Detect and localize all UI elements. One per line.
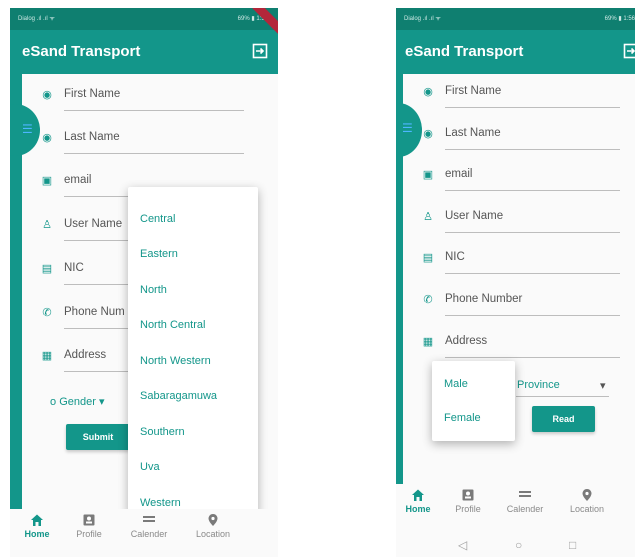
location-icon xyxy=(208,514,218,526)
calendar-icon xyxy=(143,516,155,522)
submit-button[interactable]: Submit xyxy=(66,424,130,450)
location-icon xyxy=(582,489,592,501)
province-selector[interactable]: Province xyxy=(517,379,560,391)
bottom-navigation: Home Profile Calender Location xyxy=(10,509,278,549)
gender-selector[interactable]: o Gender ▾ xyxy=(50,395,104,408)
status-bar: Dialog .ıl .ıl ᯤ 69% ▮ 1:56 xyxy=(396,8,635,30)
home-icon xyxy=(412,489,424,501)
id-card-icon: ▤ xyxy=(41,263,53,275)
nav-home[interactable]: Home xyxy=(12,513,62,539)
back-icon[interactable]: ◁ xyxy=(458,538,467,552)
phone-icon: ✆ xyxy=(42,307,52,319)
home-icon xyxy=(31,514,43,526)
province-option[interactable]: Western xyxy=(140,497,181,509)
nav-profile[interactable]: Profile xyxy=(64,513,114,539)
nav-home[interactable]: Home xyxy=(396,488,443,514)
province-option[interactable]: North Western xyxy=(140,355,211,367)
person-icon: ♙ xyxy=(423,211,433,223)
nav-location[interactable]: Location xyxy=(188,513,238,539)
recents-icon[interactable]: □ xyxy=(569,538,576,552)
province-underline xyxy=(516,396,609,397)
province-option[interactable]: Uva xyxy=(140,461,160,473)
app-title: eSand Transport xyxy=(405,43,524,60)
province-option[interactable]: Central xyxy=(140,213,175,225)
person-circle-icon: ◉ xyxy=(423,128,433,140)
contact-icon: ▣ xyxy=(422,169,434,181)
nav-calendar[interactable]: Calender xyxy=(500,488,550,514)
profile-icon xyxy=(83,514,95,526)
status-left: Dialog .ıl .ıl ᯤ xyxy=(404,16,441,22)
nav-profile[interactable]: Profile xyxy=(443,488,493,514)
gender-option-female[interactable]: Female xyxy=(444,412,481,424)
province-option[interactable]: North Central xyxy=(140,319,205,331)
person-circle-icon: ◉ xyxy=(42,132,52,144)
id-card-icon: ▤ xyxy=(422,252,434,264)
province-option[interactable]: Sabaragamuwa xyxy=(140,390,217,402)
app-bar: eSand Transport xyxy=(396,30,635,74)
phone-icon: ✆ xyxy=(423,294,433,306)
phone-screen-right: Dialog .ıl .ıl ᯤ 69% ▮ 1:56 eSand Transp… xyxy=(396,8,635,557)
gender-option-male[interactable]: Male xyxy=(444,378,468,390)
address-icon: ▦ xyxy=(422,336,434,348)
logout-icon[interactable] xyxy=(252,43,268,59)
person-icon: ♙ xyxy=(42,219,52,231)
menu-icon[interactable]: ☰ xyxy=(402,121,413,135)
app-bar: eSand Transport xyxy=(10,30,278,74)
read-button[interactable]: Read xyxy=(532,406,595,432)
app-title: eSand Transport xyxy=(22,43,141,60)
province-dropdown[interactable]: Central Eastern North North Central Nort… xyxy=(128,187,258,516)
status-right: 69% ▮ 1:56 xyxy=(604,16,635,22)
province-option[interactable]: Southern xyxy=(140,426,185,438)
address-icon: ▦ xyxy=(41,350,53,362)
bottom-navigation: Home Profile Calender Location xyxy=(396,484,635,524)
contact-icon: ▣ xyxy=(41,175,53,187)
calendar-icon xyxy=(519,491,531,497)
logout-icon[interactable] xyxy=(623,43,635,59)
status-bar: Dialog .ıl .ıl ᯤ 69% ▮ 1:56 xyxy=(10,8,278,30)
status-left: Dialog .ıl .ıl ᯤ xyxy=(18,16,55,22)
system-nav-bar: ◁ ○ □ xyxy=(396,530,635,557)
gender-dropdown[interactable]: Male Female xyxy=(432,361,515,441)
nav-location[interactable]: Location xyxy=(562,488,612,514)
home-circle-icon[interactable]: ○ xyxy=(515,538,522,552)
menu-icon[interactable]: ☰ xyxy=(22,122,33,136)
phone-screen-left: Dialog .ıl .ıl ᯤ 69% ▮ 1:56 eSand Transp… xyxy=(10,8,278,557)
profile-icon xyxy=(462,489,474,501)
province-option[interactable]: North xyxy=(140,284,167,296)
dropdown-arrow-icon: ▾ xyxy=(95,396,105,408)
person-circle-icon: ◉ xyxy=(42,89,52,101)
person-circle-icon: ◉ xyxy=(423,86,433,98)
nav-calendar[interactable]: Calender xyxy=(124,513,174,539)
dropdown-arrow-icon[interactable]: ▾ xyxy=(600,379,606,392)
radio-icon: o xyxy=(50,396,60,408)
province-option[interactable]: Eastern xyxy=(140,248,178,260)
